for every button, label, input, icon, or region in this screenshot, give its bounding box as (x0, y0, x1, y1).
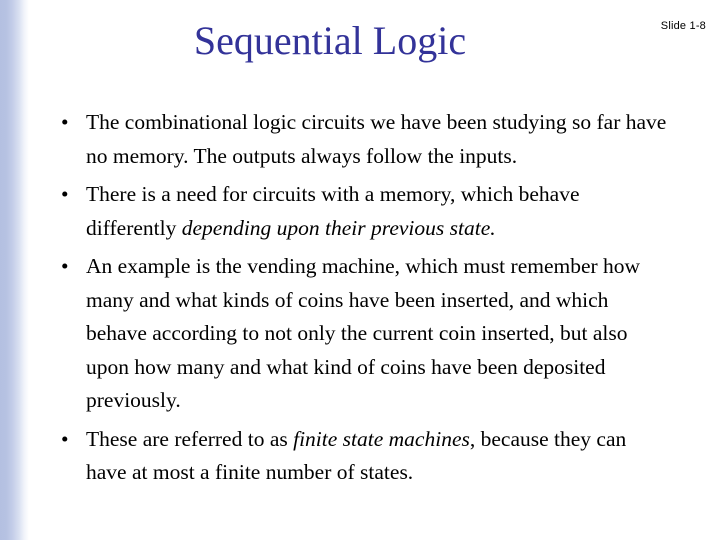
plain-text: These are referred to as (86, 426, 294, 451)
list-item: • An example is the vending machine, whic… (58, 250, 670, 418)
plain-text: An example is the vending machine, which… (86, 254, 641, 412)
list-item-text: There is a need for circuits with a memo… (86, 178, 670, 245)
bullet-marker-icon: • (61, 254, 69, 278)
list-item: • These are referred to as finite state m… (58, 423, 670, 490)
list-item-text: An example is the vending machine, which… (86, 250, 670, 418)
emphasis-text: depending upon their previous state. (181, 215, 496, 240)
list-item-text: The combinational logic circuits we have… (86, 106, 670, 173)
list-item: • There is a need for circuits with a mem… (58, 178, 670, 245)
bullet-marker-icon: • (61, 110, 69, 134)
list-item: • The combinational logic circuits we hav… (58, 106, 670, 173)
slide-number-label: Slide 1-8 (660, 20, 706, 32)
bullet-list: • The combinational logic circuits we hav… (58, 106, 670, 490)
list-item-text: These are referred to as finite state ma… (86, 423, 670, 490)
emphasis-text: finite state machines (293, 426, 470, 451)
slide-canvas: Slide 1-8 Sequential Logic • The combinat… (0, 0, 720, 540)
page-title: Sequential Logic (193, 18, 467, 63)
bullet-marker-icon: • (61, 426, 69, 451)
bullet-marker-icon: • (61, 182, 69, 206)
plain-text: The combinational logic circuits we have… (86, 110, 667, 168)
left-accent-stripe (0, 0, 30, 540)
